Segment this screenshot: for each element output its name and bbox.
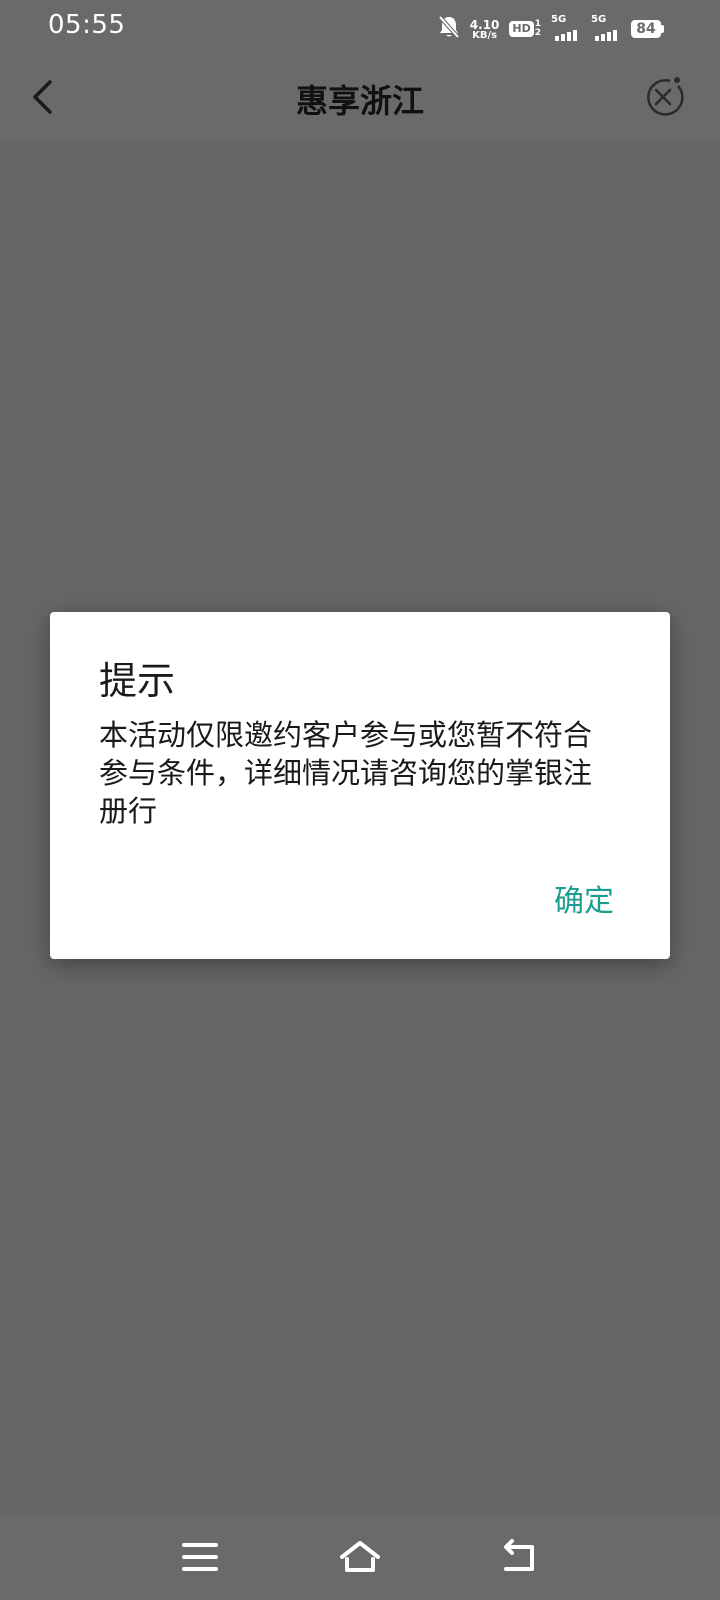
bell-muted-icon xyxy=(438,15,460,43)
home-icon xyxy=(340,1541,380,1572)
navigation-bar xyxy=(0,1515,720,1600)
system-back-button[interactable] xyxy=(498,1537,542,1577)
dialog-message: 本活动仅限邀约客户参与或您暂不符合参与条件，详细情况请咨询您的掌银注册行 xyxy=(99,718,593,828)
confirm-button[interactable]: 确定 xyxy=(554,876,614,920)
page-title: 惠享浙江 xyxy=(295,82,424,120)
hd-icon: HD 1 2 xyxy=(509,20,541,38)
alert-dialog: 提示 本活动仅限邀约客户参与或您暂不符合参与条件，详细情况请咨询您的掌银注册行 … xyxy=(50,612,670,959)
network-speed-unit: KB/s xyxy=(472,29,498,41)
close-button[interactable] xyxy=(640,74,686,120)
status-icons: 4.10 KB/s HD 1 2 5G 5G 84 xyxy=(438,14,664,44)
back-icon xyxy=(504,1539,534,1571)
hd-label: HD xyxy=(509,21,534,37)
close-circle-icon xyxy=(647,77,684,116)
menu-button[interactable] xyxy=(178,1537,222,1577)
signal-label: 5G xyxy=(591,14,607,25)
battery-icon: 84 xyxy=(631,20,664,38)
signal-icon: 5G xyxy=(591,15,621,43)
status-bar: 05:55 4.10 KB/s HD 1 2 5G 5G 84 xyxy=(0,0,720,56)
header-bar: 惠享浙江 xyxy=(0,56,720,140)
hd-sim-bottom: 2 xyxy=(534,28,541,38)
battery-level: 84 xyxy=(631,20,661,38)
network-speed-value: 4.10 xyxy=(469,17,500,32)
network-speed: 4.10 KB/s xyxy=(469,17,500,41)
signal-icon: 5G xyxy=(551,15,581,43)
status-time: 05:55 xyxy=(48,10,126,40)
menu-icon xyxy=(182,1543,218,1571)
signal-label: 5G xyxy=(551,14,567,25)
hd-sim-indicator: 1 2 xyxy=(535,20,541,38)
dialog-title: 提示 xyxy=(99,659,176,703)
home-button[interactable] xyxy=(338,1537,382,1577)
